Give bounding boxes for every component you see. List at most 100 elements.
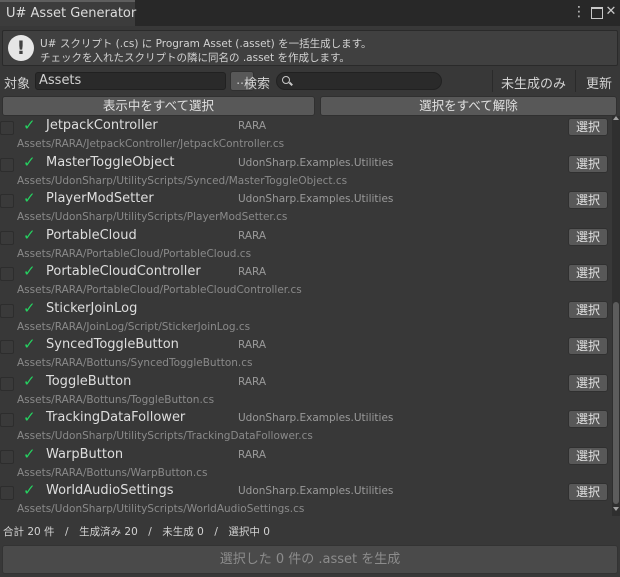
- toolbar-separator: [492, 70, 493, 92]
- list-item: ✓ TrackingDataFollower UdonSharp.Examples.…: [0, 408, 612, 446]
- item-name: TrackingDataFollower: [46, 410, 186, 425]
- item-namespace: UdonSharp.Examples.Utilities: [238, 412, 394, 424]
- generate-button[interactable]: 選択した 0 件の .asset を生成: [2, 545, 618, 574]
- script-list[interactable]: ✓ JetpackController RARA 選択 Assets/RARA/Jetp…: [0, 116, 612, 516]
- select-button[interactable]: 選択: [568, 191, 608, 209]
- close-icon[interactable]: ✕: [605, 3, 617, 21]
- item-checkbox[interactable]: [0, 486, 14, 500]
- help-text-line1: U# スクリプト (.cs) に Program Asset (.asset) …: [40, 38, 372, 50]
- item-path: Assets/RARA/Bottuns/SyncedToggleButton.c…: [17, 357, 253, 369]
- item-namespace: RARA: [238, 339, 267, 351]
- item-checkbox[interactable]: [0, 121, 14, 135]
- generated-check-icon: ✓: [23, 481, 36, 499]
- item-path: Assets/RARA/JoinLog/Script/StickerJoinLo…: [17, 320, 251, 333]
- item-name: StickerJoinLog: [46, 300, 138, 316]
- item-path: Assets/UdonSharp/UtilityScripts/PlayerMo…: [17, 211, 288, 223]
- select-button[interactable]: 選択: [568, 373, 608, 392]
- list-item: ✓ JetpackController RARA 選択 Assets/RARA/Jetp…: [0, 116, 612, 154]
- toolbar-separator: [575, 70, 576, 92]
- list-item: ✓ SyncedToggleButton RARA 選択 Assets/RARA/Bot…: [0, 335, 612, 373]
- item-checkbox[interactable]: [0, 376, 14, 391]
- select-button[interactable]: 選択: [568, 446, 608, 465]
- list-item: ✓ PlayerModSetter UdonSharp.Examples.Utili…: [0, 189, 612, 227]
- item-name: JetpackController: [46, 118, 158, 133]
- refresh-button[interactable]: 更新: [586, 73, 612, 92]
- select-button[interactable]: 選択: [568, 410, 608, 428]
- item-path: Assets/UdonSharp/UtilityScripts/Tracking…: [17, 430, 313, 442]
- window-tab[interactable]: U# Asset Generator: [0, 0, 137, 26]
- item-namespace: UdonSharp.Examples.Utilities: [238, 485, 394, 497]
- item-checkbox[interactable]: [0, 157, 14, 172]
- window-titlebar: U# Asset Generator ⋮ ✕: [0, 0, 620, 26]
- item-checkbox[interactable]: [0, 413, 14, 427]
- select-button[interactable]: 選択: [568, 154, 608, 173]
- item-name: WarpButton: [46, 446, 124, 462]
- generated-check-icon: ✓: [23, 298, 36, 317]
- item-checkbox[interactable]: [0, 230, 14, 245]
- item-path: Assets/UdonSharp/UtilityScripts/Synced/M…: [17, 174, 348, 187]
- item-namespace: RARA: [238, 266, 267, 278]
- item-checkbox[interactable]: [0, 303, 14, 318]
- deselect-all-button[interactable]: 選択をすべて解除: [320, 96, 617, 116]
- search-input[interactable]: [276, 72, 442, 90]
- status-summary: 合計 20 件 / 生成済み 20 / 未生成 0 / 選択中 0: [3, 526, 270, 538]
- scroll-up-arrow-icon[interactable]: [613, 116, 619, 120]
- target-folder-field[interactable]: Assets: [35, 72, 226, 90]
- window-title: U# Asset Generator: [6, 6, 137, 21]
- select-button[interactable]: 選択: [568, 337, 608, 355]
- item-checkbox[interactable]: [0, 449, 14, 464]
- item-name: PortableCloud: [46, 227, 137, 243]
- item-path: Assets/RARA/PortableCloud/PortableCloud.…: [17, 247, 252, 260]
- scrollbar-thumb[interactable]: [613, 302, 619, 504]
- list-item: ✓ PortableCloudController RARA 選択 Assets/RAR…: [0, 262, 612, 300]
- item-path: Assets/UdonSharp/UtilityScripts/WorldAud…: [17, 503, 305, 515]
- scroll-down-arrow-icon[interactable]: [613, 507, 619, 511]
- list-item: ✓ StickerJoinLog 選択 Assets/RARA/JoinLog/Scr…: [0, 298, 612, 337]
- maximize-icon[interactable]: [591, 7, 603, 19]
- item-name: SyncedToggleButton: [46, 337, 179, 352]
- item-name: MasterToggleObject: [46, 154, 175, 170]
- item-name: PortableCloudController: [46, 264, 201, 279]
- item-checkbox[interactable]: [0, 267, 14, 281]
- generated-check-icon: ✓: [23, 444, 36, 463]
- generated-check-icon: ✓: [23, 116, 36, 134]
- select-all-visible-button[interactable]: 表示中をすべて選択: [2, 96, 315, 116]
- generated-check-icon: ✓: [23, 262, 36, 280]
- list-item: ✓ MasterToggleObject UdonSharp.Examples.Ut…: [0, 152, 612, 191]
- item-path: Assets/RARA/PortableCloud/PortableCloudC…: [17, 284, 302, 296]
- item-namespace: RARA: [238, 120, 267, 132]
- item-checkbox[interactable]: [0, 194, 14, 208]
- item-checkbox[interactable]: [0, 340, 14, 354]
- help-box: ! U# スクリプト (.cs) に Program Asset (.asset…: [2, 30, 618, 66]
- list-item: ✓ WarpButton RARA 選択 Assets/RARA/Bottuns/War…: [0, 444, 612, 483]
- item-namespace: RARA: [238, 375, 267, 388]
- item-name: WorldAudioSettings: [46, 483, 174, 498]
- list-item: ✓ ToggleButton RARA 選択 Assets/RARA/Bottuns/T…: [0, 371, 612, 410]
- item-namespace: RARA: [238, 229, 267, 242]
- filter-ungenerated-toggle[interactable]: 未生成のみ: [501, 73, 566, 92]
- select-button[interactable]: 選択: [568, 227, 608, 246]
- generated-check-icon: ✓: [23, 189, 36, 207]
- generated-check-icon: ✓: [23, 371, 36, 390]
- item-namespace: UdonSharp.Examples.Utilities: [238, 193, 394, 205]
- more-options-icon[interactable]: ⋮: [572, 3, 586, 21]
- item-name: ToggleButton: [46, 373, 132, 389]
- help-text-line2: チェックを入れたスクリプトの隣に同名の .asset を作成します。: [40, 52, 350, 64]
- info-icon: !: [8, 35, 34, 61]
- list-item: ✓ PortableCloud RARA 選択 Assets/RARA/Portable…: [0, 226, 612, 264]
- select-button[interactable]: 選択: [568, 264, 608, 282]
- generated-check-icon: ✓: [23, 152, 36, 171]
- select-button[interactable]: 選択: [568, 483, 608, 501]
- item-path: Assets/RARA/Bottuns/ToggleButton.cs: [17, 393, 215, 406]
- item-name: PlayerModSetter: [46, 191, 154, 206]
- list-item: ✓ WorldAudioSettings UdonSharp.Examples.Ut…: [0, 481, 612, 516]
- select-button[interactable]: 選択: [568, 118, 608, 136]
- list-scrollbar[interactable]: [612, 116, 620, 516]
- select-button[interactable]: 選択: [568, 300, 608, 319]
- item-path: Assets/RARA/Bottuns/WarpButton.cs: [17, 466, 208, 479]
- target-label: 対象: [4, 77, 31, 92]
- item-namespace: RARA: [238, 448, 267, 461]
- item-namespace: UdonSharp.Examples.Utilities: [238, 156, 394, 169]
- generated-check-icon: ✓: [23, 335, 36, 353]
- search-label: 検索: [244, 77, 271, 92]
